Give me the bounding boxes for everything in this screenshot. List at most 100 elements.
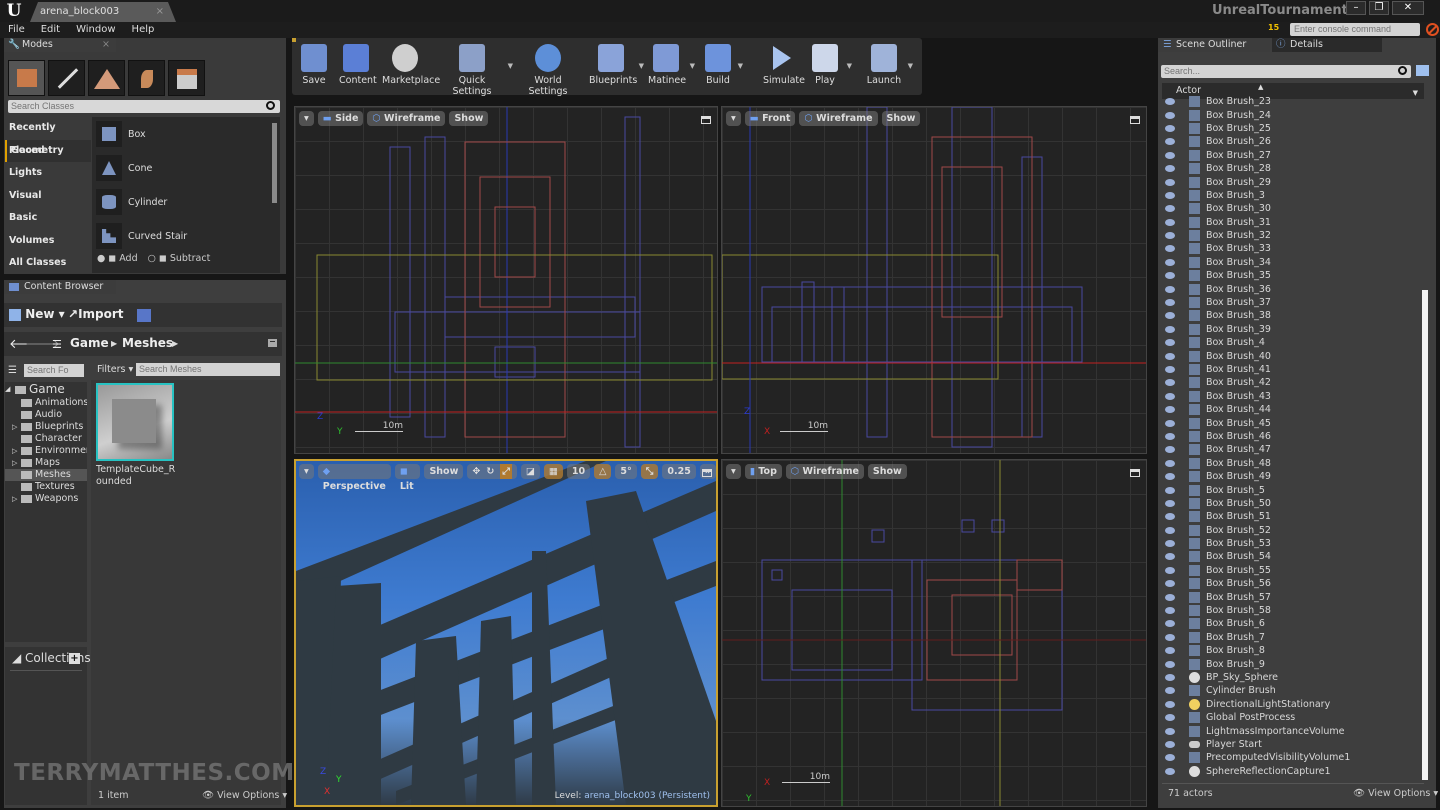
scale-icon[interactable]: ⤢ xyxy=(500,464,512,479)
import-button[interactable]: ↗Import xyxy=(68,307,124,321)
maximize-viewport-icon[interactable] xyxy=(1130,116,1140,124)
folder-tree-toggle-icon[interactable]: ☰ xyxy=(52,338,62,351)
visibility-eye-icon[interactable] xyxy=(1165,312,1175,320)
class-item-cone[interactable]: Cone xyxy=(92,151,280,185)
viewport-menu-button[interactable]: ▾ xyxy=(299,111,314,126)
show-button[interactable]: Show xyxy=(449,111,489,126)
translate-icon[interactable]: ✥ xyxy=(472,464,480,479)
visibility-eye-icon[interactable] xyxy=(1165,272,1175,280)
visibility-eye-icon[interactable] xyxy=(1165,473,1175,481)
actor-row[interactable]: Box Brush_58 xyxy=(1160,604,1422,617)
actor-row[interactable]: Box Brush_6 xyxy=(1160,617,1422,630)
view-mode-button[interactable]: ⬡ Wireframe xyxy=(785,464,864,479)
dropdown-arrow-icon[interactable]: ▼ xyxy=(847,62,852,70)
visibility-eye-icon[interactable] xyxy=(1165,660,1175,668)
grid-snap-value[interactable]: 10 xyxy=(566,464,591,479)
visibility-eye-icon[interactable] xyxy=(1165,593,1175,601)
actor-row[interactable]: Box Brush_54 xyxy=(1160,550,1422,563)
actor-row[interactable]: Box Brush_45 xyxy=(1160,416,1422,429)
actor-row[interactable]: Box Brush_5 xyxy=(1160,483,1422,496)
visibility-eye-icon[interactable] xyxy=(1165,151,1175,159)
visibility-eye-icon[interactable] xyxy=(1165,620,1175,628)
actor-row[interactable]: Box Brush_47 xyxy=(1160,443,1422,456)
breadcrumb-game[interactable]: Game xyxy=(70,336,109,350)
category-visual[interactable]: Visual xyxy=(5,185,91,208)
lock-icon[interactable] xyxy=(268,339,277,347)
actor-row[interactable]: Box Brush_26 xyxy=(1160,135,1422,148)
category-geometry[interactable]: Geometry xyxy=(5,139,91,162)
folder-weapons[interactable]: ▷ Weapons xyxy=(5,493,87,505)
dropdown-arrow-icon[interactable]: ▼ xyxy=(508,62,513,70)
class-list-scrollbar[interactable] xyxy=(272,123,277,203)
visibility-eye-icon[interactable] xyxy=(1165,339,1175,347)
folder-textures[interactable]: Textures xyxy=(5,481,87,493)
actor-row[interactable]: Box Brush_51 xyxy=(1160,510,1422,523)
visibility-eye-icon[interactable] xyxy=(1165,446,1175,454)
actor-row[interactable]: Global PostProcess xyxy=(1160,711,1422,724)
actor-row[interactable]: Box Brush_31 xyxy=(1160,216,1422,229)
view-mode-button[interactable]: ◼ Lit xyxy=(394,464,421,492)
expand-arrow-icon[interactable]: ▷ xyxy=(12,445,17,457)
view-options-button[interactable]: 👁 View Options ▾ xyxy=(202,790,287,801)
visibility-eye-icon[interactable] xyxy=(1165,566,1175,574)
actor-row[interactable]: Box Brush_8 xyxy=(1160,644,1422,657)
viewport-menu-button[interactable]: ▾ xyxy=(726,464,741,479)
actor-row[interactable]: Box Brush_39 xyxy=(1160,323,1422,336)
surface-snap-icon[interactable]: ◪ xyxy=(520,464,540,479)
visibility-eye-icon[interactable] xyxy=(1165,526,1175,534)
landscape-mode-button[interactable] xyxy=(88,60,125,96)
class-item-cylinder[interactable]: Cylinder xyxy=(92,185,280,219)
visibility-eye-icon[interactable] xyxy=(1165,258,1175,266)
details-tab[interactable]: ⓘ Details xyxy=(1272,38,1382,52)
viewport-front[interactable]: ▾ ▬ Front ⬡ Wireframe Show Z X 10m xyxy=(721,106,1147,454)
add-collection-icon[interactable]: + xyxy=(69,653,80,664)
add-folder-icon[interactable] xyxy=(1416,65,1429,76)
actor-row[interactable]: Box Brush_32 xyxy=(1160,229,1422,242)
visibility-eye-icon[interactable] xyxy=(1165,178,1175,186)
content-button[interactable]: Content xyxy=(339,40,377,86)
search-classes-input[interactable] xyxy=(8,100,280,113)
folder-animations[interactable]: Animations xyxy=(5,397,87,409)
launch-button[interactable]: Launch ▼ xyxy=(866,40,913,86)
actor-row[interactable]: Box Brush_28 xyxy=(1160,162,1422,175)
paint-mode-button[interactable] xyxy=(48,60,85,96)
folder-game[interactable]: ◢ Game xyxy=(5,382,87,397)
visibility-eye-icon[interactable] xyxy=(1165,366,1175,373)
view-type-button[interactable]: ▮ Top xyxy=(744,464,782,479)
actor-row[interactable]: Box Brush_37 xyxy=(1160,296,1422,309)
visibility-eye-icon[interactable] xyxy=(1165,607,1175,615)
visibility-eye-icon[interactable] xyxy=(1165,633,1175,641)
place-mode-button[interactable] xyxy=(8,60,45,96)
rotate-icon[interactable]: ↻ xyxy=(486,464,494,479)
maximize-viewport-icon[interactable] xyxy=(1130,469,1140,477)
geometry-edit-mode-button[interactable] xyxy=(168,60,205,96)
subtract-radio[interactable]: ○ ◼ Subtract xyxy=(148,253,211,264)
view-mode-button[interactable]: ⬡ Wireframe xyxy=(799,111,878,126)
marketplace-button[interactable]: Marketplace xyxy=(382,40,440,86)
actor-row[interactable]: Box Brush_49 xyxy=(1160,470,1422,483)
actor-row[interactable]: Box Brush_53 xyxy=(1160,537,1422,550)
world-settings-button[interactable]: World Settings xyxy=(518,40,578,97)
folder-environment[interactable]: ▷ Environment xyxy=(5,445,87,457)
modes-tab[interactable]: 🔧 Modes × xyxy=(4,38,116,52)
visibility-eye-icon[interactable] xyxy=(1165,232,1175,240)
blueprints-button[interactable]: Blueprints ▼ xyxy=(589,40,644,86)
breadcrumb-meshes[interactable]: Meshes xyxy=(122,336,173,350)
scale-snap-value[interactable]: 0.25 xyxy=(662,464,696,479)
visibility-eye-icon[interactable] xyxy=(1165,513,1175,521)
visibility-eye-icon[interactable] xyxy=(1165,687,1175,695)
visibility-eye-icon[interactable] xyxy=(1165,432,1175,440)
close-window-button[interactable]: ✕ xyxy=(1392,1,1424,15)
asset-thumbnail[interactable] xyxy=(96,383,174,461)
folder-blueprints[interactable]: ▷ Blueprints xyxy=(5,421,87,433)
visibility-eye-icon[interactable] xyxy=(1165,419,1175,427)
actor-row[interactable]: Box Brush_38 xyxy=(1160,309,1422,322)
visibility-eye-icon[interactable] xyxy=(1165,459,1175,467)
minimize-button[interactable]: – xyxy=(1346,1,1366,15)
class-item-curved-stair[interactable]: Curved Stair xyxy=(92,219,280,253)
viewport-side[interactable]: ▾ ▬ Side ⬡ Wireframe Show Z Y 10m xyxy=(294,106,718,454)
category-lights[interactable]: Lights xyxy=(5,162,91,185)
scene-outliner-tab[interactable]: ☰ Scene Outliner xyxy=(1158,38,1270,52)
visibility-eye-icon[interactable] xyxy=(1165,700,1175,708)
actor-row[interactable]: Box Brush_55 xyxy=(1160,564,1422,577)
